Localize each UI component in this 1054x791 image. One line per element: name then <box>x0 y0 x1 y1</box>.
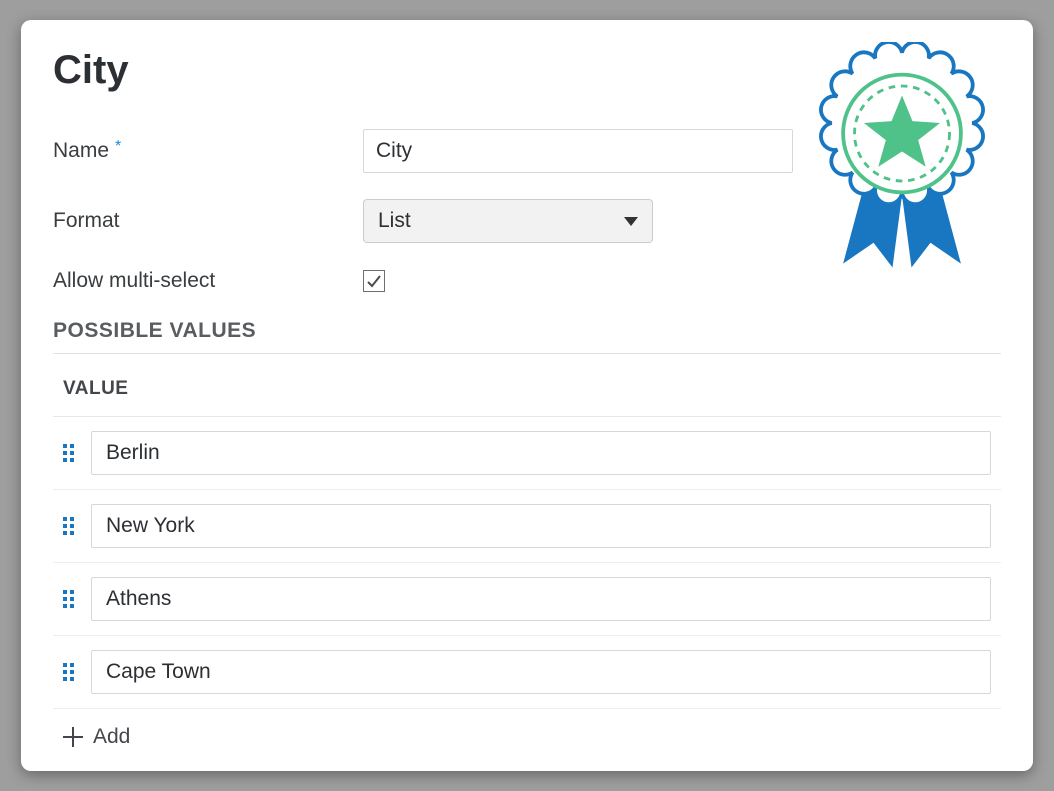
plus-icon <box>63 727 83 747</box>
value-row <box>53 490 1001 563</box>
format-select[interactable]: List <box>363 199 653 243</box>
drag-handle-icon[interactable] <box>63 662 77 682</box>
name-label: Name * <box>53 139 363 163</box>
value-input[interactable] <box>91 577 991 621</box>
required-asterisk-icon: * <box>115 138 121 156</box>
drag-handle-icon[interactable] <box>63 516 77 536</box>
add-value-button[interactable]: Add <box>53 709 1001 753</box>
multiselect-checkbox[interactable] <box>363 270 385 292</box>
value-input[interactable] <box>91 504 991 548</box>
possible-values-header: Possible Values <box>53 319 1001 354</box>
add-label: Add <box>93 725 130 749</box>
format-select-value: List <box>378 209 624 233</box>
name-input[interactable] <box>363 129 793 173</box>
format-label: Format <box>53 209 363 233</box>
drag-handle-icon[interactable] <box>63 443 77 463</box>
multiselect-row: Allow multi-select <box>53 269 1001 293</box>
value-input[interactable] <box>91 650 991 694</box>
value-row <box>53 636 1001 709</box>
attribute-editor-card: City Name * Format List Allow multi <box>21 20 1033 771</box>
format-row: Format List <box>53 199 1001 243</box>
page-title: City <box>53 48 1001 93</box>
value-column-header: Value <box>53 354 1001 417</box>
chevron-down-icon <box>624 217 638 226</box>
value-row <box>53 417 1001 490</box>
value-input[interactable] <box>91 431 991 475</box>
drag-handle-icon[interactable] <box>63 589 77 609</box>
checkmark-icon <box>366 273 382 289</box>
value-rows-container <box>53 417 1001 709</box>
name-label-text: Name <box>53 139 109 163</box>
name-row: Name * <box>53 129 1001 173</box>
value-row <box>53 563 1001 636</box>
multiselect-label: Allow multi-select <box>53 269 363 293</box>
